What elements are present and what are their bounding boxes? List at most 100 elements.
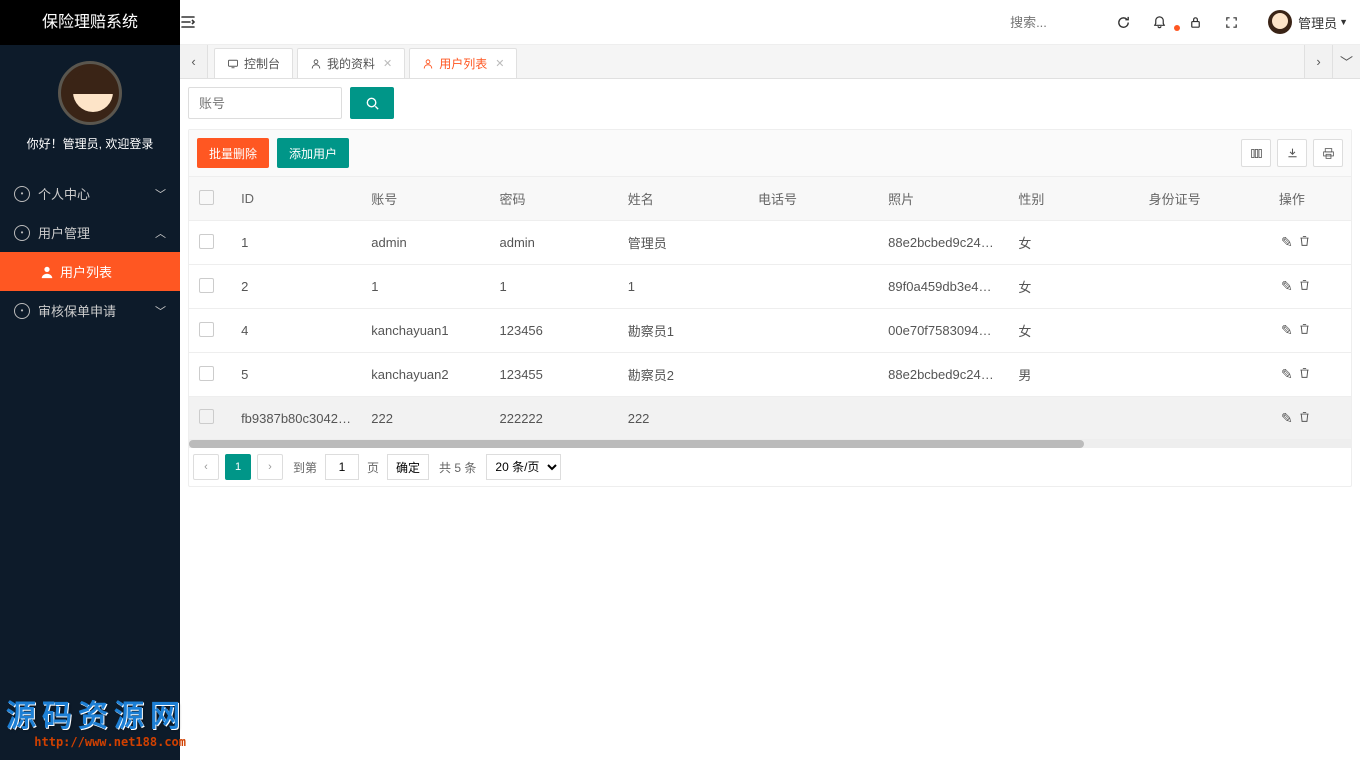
cell-account: kanchayuan2	[361, 353, 489, 397]
tab-console[interactable]: 控制台	[214, 48, 293, 78]
person-icon	[40, 265, 54, 279]
cell-id: 4	[231, 309, 361, 353]
edit-icon[interactable]: ✎	[1279, 366, 1295, 383]
col-id[interactable]: ID	[231, 177, 361, 221]
goto-label: 到第	[293, 459, 317, 476]
delete-icon[interactable]	[1298, 410, 1314, 423]
scrollbar-thumb[interactable]	[189, 440, 1084, 448]
sidebar-item-label: 审核保单申请	[38, 301, 116, 320]
sidebar-sub-user-list[interactable]: 用户列表	[0, 252, 180, 291]
row-checkbox[interactable]	[199, 322, 214, 337]
circle-icon: •	[14, 186, 30, 202]
delete-icon[interactable]	[1298, 278, 1314, 291]
col-gender[interactable]: 性别	[1008, 177, 1138, 221]
cell-phone	[748, 397, 878, 440]
cell-idcard	[1139, 265, 1269, 309]
user-label-text: 管理员	[1298, 13, 1337, 32]
cell-password: 1	[490, 265, 618, 309]
print-icon[interactable]	[1313, 139, 1343, 167]
avatar[interactable]	[58, 61, 122, 125]
cell-name: 1	[618, 265, 748, 309]
cell-idcard	[1139, 221, 1269, 265]
bulk-delete-button[interactable]: 批量删除	[197, 138, 269, 168]
close-icon[interactable]: ✕	[383, 57, 392, 70]
col-idcard[interactable]: 身份证号	[1139, 177, 1269, 221]
circle-icon: •	[14, 303, 30, 319]
filter-search-button[interactable]	[350, 87, 394, 119]
edit-icon[interactable]: ✎	[1279, 234, 1295, 251]
tab-profile[interactable]: 我的资料 ✕	[297, 48, 405, 78]
export-icon[interactable]	[1277, 139, 1307, 167]
table-header-row: ID 账号 密码 姓名 电话号 照片 性别 身份证号 操作	[189, 177, 1351, 221]
close-icon[interactable]: ✕	[495, 57, 504, 70]
fullscreen-icon[interactable]	[1224, 15, 1260, 30]
brand-title: 保险理赔系统	[0, 0, 180, 45]
side-menu: • 个人中心 ﹀ • 用户管理 ︿ 用户列表 • 审核保单申请 ﹀	[0, 174, 180, 330]
sidebar-item-audit[interactable]: • 审核保单申请 ﹀	[0, 291, 180, 330]
row-checkbox[interactable]	[199, 234, 214, 249]
tab-scroll-right[interactable]: ›	[1304, 45, 1332, 78]
table-row[interactable]: 1adminadmin管理员88e2bcbed9c245...女✎	[189, 221, 1351, 265]
lock-icon[interactable]	[1188, 15, 1224, 30]
perpage-select[interactable]: 20 条/页	[486, 454, 561, 480]
checkbox-all[interactable]	[199, 190, 214, 205]
cell-ops: ✎	[1269, 265, 1351, 309]
user-avatar-mini[interactable]	[1268, 10, 1292, 34]
page-number[interactable]: 1	[225, 454, 251, 480]
tab-more-icon[interactable]: ﹀	[1332, 45, 1360, 78]
cell-photo: 89f0a459db3e42c...	[878, 265, 1008, 309]
delete-icon[interactable]	[1298, 322, 1314, 335]
sidebar-sub-label: 用户列表	[60, 262, 112, 281]
search-icon	[365, 96, 380, 111]
notification-dot-icon	[1174, 25, 1180, 31]
cell-password: 222222	[490, 397, 618, 440]
add-user-button[interactable]: 添加用户	[277, 138, 349, 168]
col-name[interactable]: 姓名	[618, 177, 748, 221]
table-row[interactable]: 5kanchayuan2123455勘察员288e2bcbed9c245...男…	[189, 353, 1351, 397]
tab-scroll-left[interactable]: ‹	[180, 45, 208, 78]
goto-page-input[interactable]	[325, 454, 359, 480]
edit-icon[interactable]: ✎	[1279, 278, 1295, 295]
cell-id: 1	[231, 221, 361, 265]
table-row[interactable]: 211189f0a459db3e42c...女✎	[189, 265, 1351, 309]
page-next[interactable]: ›	[257, 454, 283, 480]
cell-password: admin	[490, 221, 618, 265]
tab-label: 我的资料	[327, 55, 375, 72]
table-row[interactable]: fb9387b80c30421...222222222222✎	[189, 397, 1351, 440]
edit-icon[interactable]: ✎	[1279, 322, 1295, 339]
sidebar-item-users[interactable]: • 用户管理 ︿	[0, 213, 180, 252]
cell-photo: 00e70f758309438...	[878, 309, 1008, 353]
horizontal-scrollbar[interactable]	[189, 440, 1351, 448]
cell-name: 勘察员1	[618, 309, 748, 353]
tab-user-list[interactable]: 用户列表 ✕	[409, 48, 517, 78]
edit-icon[interactable]: ✎	[1279, 410, 1295, 427]
bell-icon[interactable]	[1152, 15, 1188, 30]
cell-id: fb9387b80c30421...	[231, 397, 361, 440]
sidebar-item-personal[interactable]: • 个人中心 ﹀	[0, 174, 180, 213]
cell-phone	[748, 221, 878, 265]
row-checkbox[interactable]	[199, 409, 214, 424]
row-checkbox[interactable]	[199, 278, 214, 293]
user-menu[interactable]: 管理员 ▼	[1298, 13, 1348, 32]
cell-name: 222	[618, 397, 748, 440]
row-checkbox[interactable]	[199, 366, 214, 381]
col-photo[interactable]: 照片	[878, 177, 1008, 221]
col-phone[interactable]: 电话号	[748, 177, 878, 221]
goto-confirm-button[interactable]: 确定	[387, 454, 429, 480]
col-password[interactable]: 密码	[490, 177, 618, 221]
delete-icon[interactable]	[1298, 234, 1314, 247]
cell-phone	[748, 353, 878, 397]
tab-label: 控制台	[244, 55, 280, 72]
refresh-icon[interactable]	[1116, 15, 1152, 30]
main-content: 批量删除 添加用户 ID	[180, 79, 1360, 760]
columns-icon[interactable]	[1241, 139, 1271, 167]
table-row[interactable]: 4kanchayuan1123456勘察员100e70f758309438...…	[189, 309, 1351, 353]
col-account[interactable]: 账号	[361, 177, 489, 221]
page-prev[interactable]: ‹	[193, 454, 219, 480]
cell-photo: 88e2bcbed9c245...	[878, 353, 1008, 397]
menu-toggle-icon[interactable]	[180, 14, 226, 30]
filter-account-input[interactable]	[188, 87, 342, 119]
delete-icon[interactable]	[1298, 366, 1314, 379]
total-count: 共 5 条	[439, 459, 476, 476]
global-search-input[interactable]	[1006, 9, 1116, 36]
